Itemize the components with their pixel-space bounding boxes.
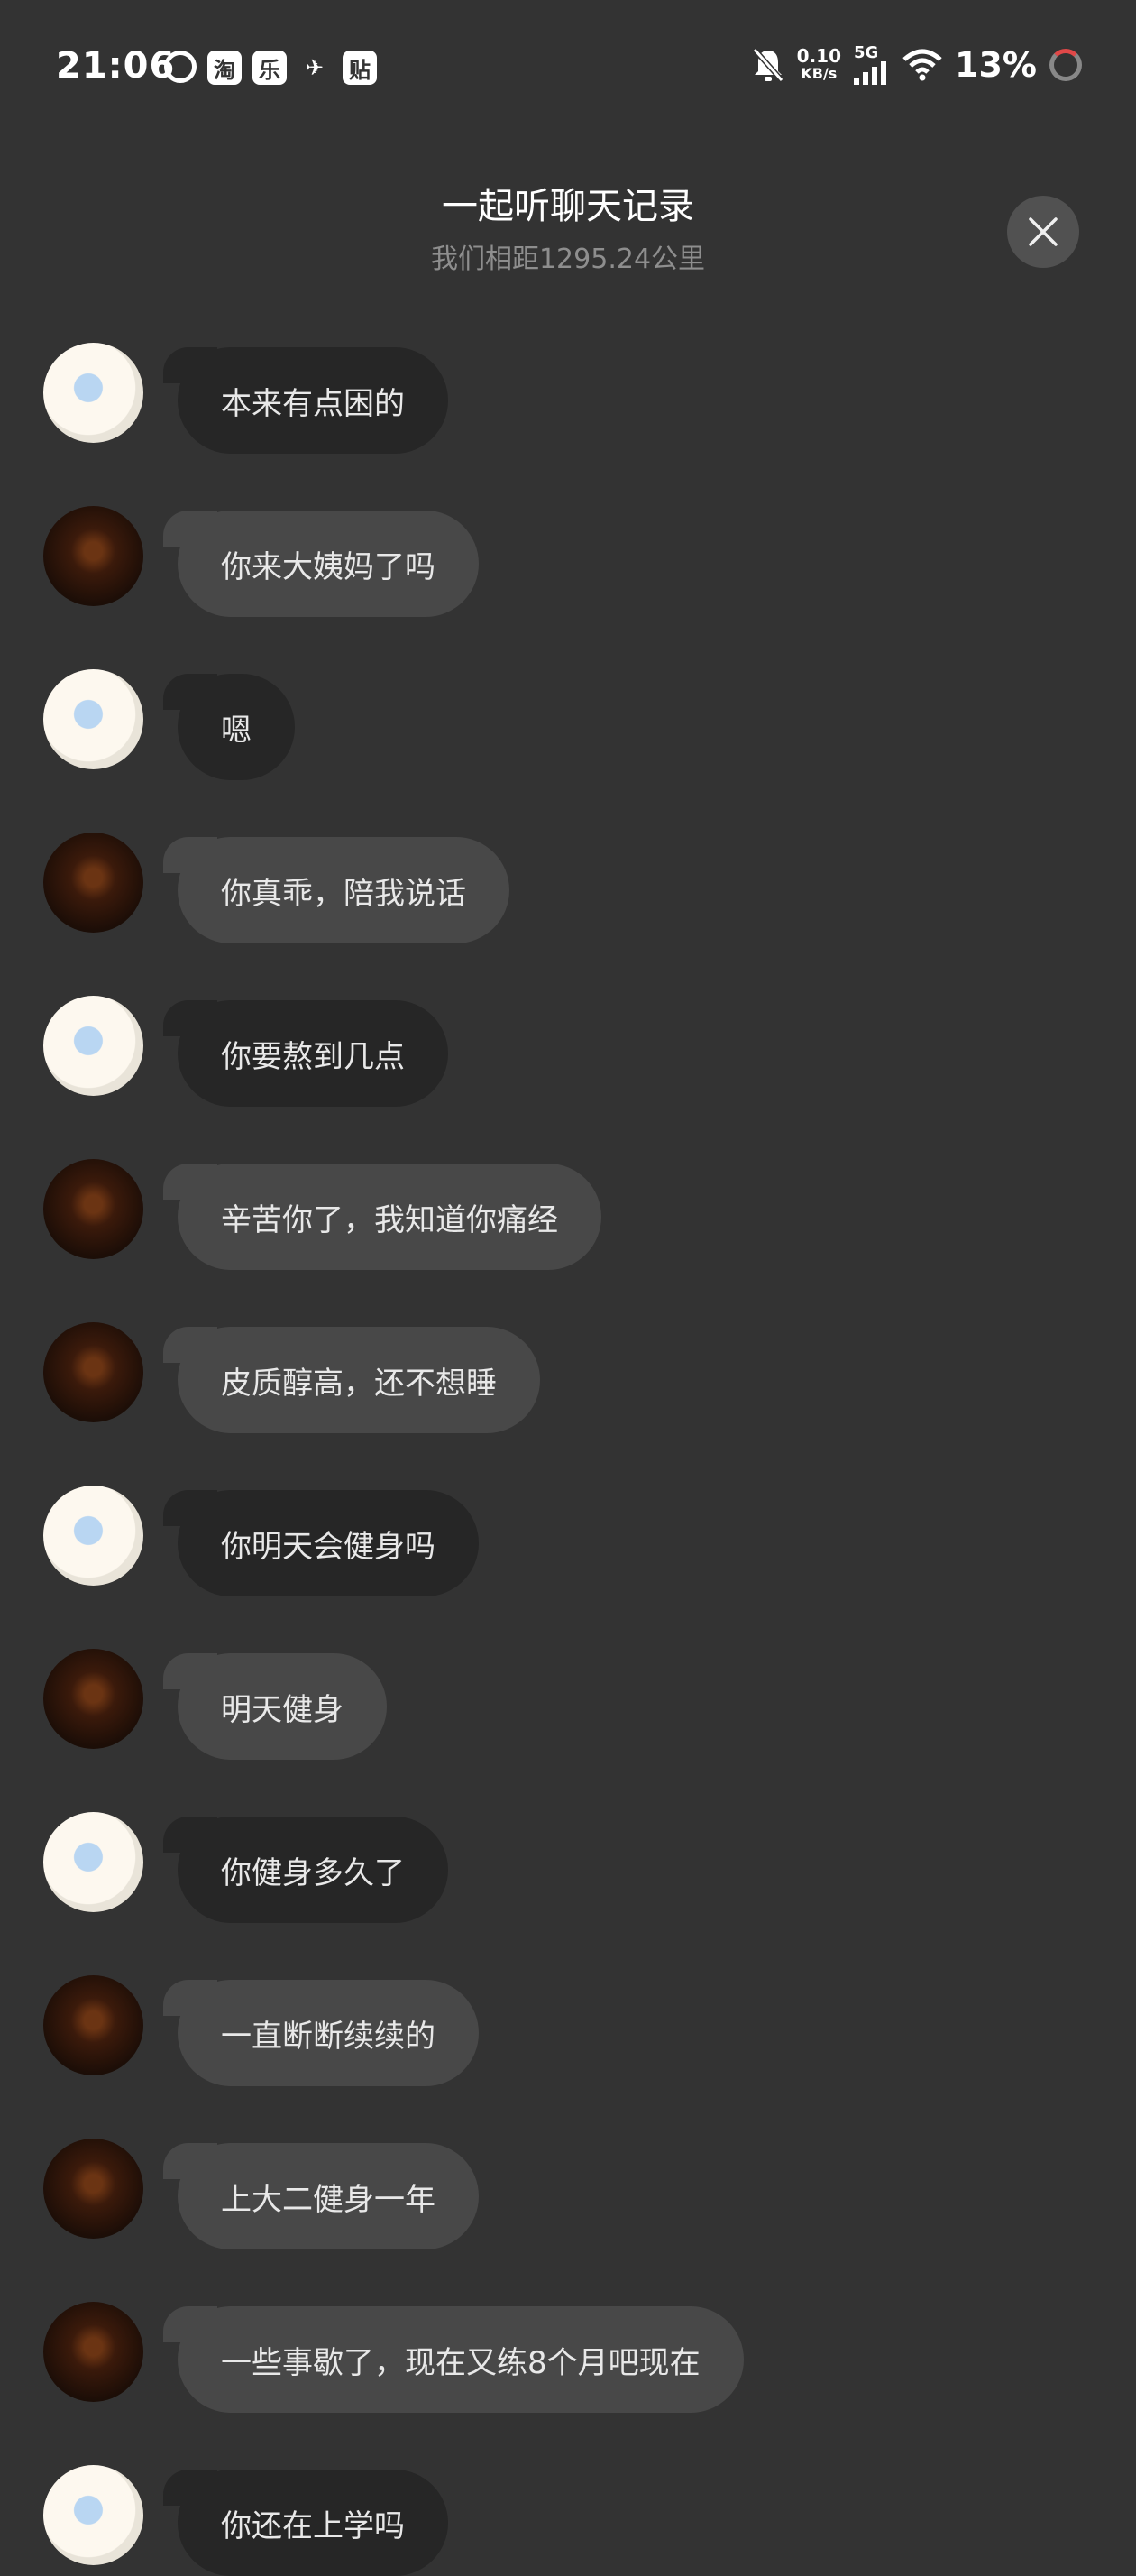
close-icon [1029,217,1058,246]
page-title: 一起听聊天记录 [442,186,694,227]
battery-ring-icon [1049,49,1082,81]
message-row: 你来大姨妈了吗 [43,506,479,617]
status-time: 21:06 [56,45,176,87]
avatar[interactable] [43,343,143,443]
net-speed: 0.10 KB/s [797,47,841,83]
net-speed-unit: KB/s [801,65,838,82]
notification-icons: 淘 乐 ✈ 贴 [164,51,377,85]
battery-percent: 13% [955,45,1037,85]
wifi-icon [902,49,942,81]
message-row: 皮质醇高，还不想睡 [43,1322,540,1433]
message-bubble: 你明天会健身吗 [163,1490,479,1596]
mute-bell-icon [752,48,783,82]
message-bubble: 你要熬到几点 [163,1000,448,1107]
avatar[interactable] [43,2465,143,2565]
message-bubble: 上大二健身一年 [163,2143,479,2249]
distance-subtitle: 我们相距1295.24公里 [430,244,706,275]
app-icon: 乐 [252,51,287,85]
message-bubble: 本来有点困的 [163,347,448,454]
message-bubble: 辛苦你了，我知道你痛经 [163,1164,601,1270]
message-row: 本来有点困的 [43,343,448,454]
message-bubble: 你真乖，陪我说话 [163,837,509,943]
avatar[interactable] [43,1486,143,1586]
tieba-icon: 贴 [343,51,377,85]
message-row: 你健身多久了 [43,1812,448,1923]
avatar[interactable] [43,1159,143,1259]
close-button[interactable] [1007,196,1079,268]
message-row: 你真乖，陪我说话 [43,833,509,943]
message-bubble: 一直断断续续的 [163,1980,479,2086]
network-type: 5G [854,43,879,62]
message-bubble: 你健身多久了 [163,1817,448,1923]
message-bubble: 一些事歇了，现在又练8个月吧现在 [163,2306,744,2413]
message-row: 你明天会健身吗 [43,1486,479,1596]
cellular-signal: 5G [854,45,890,85]
message-row: 嗯 [43,669,295,780]
avatar[interactable] [43,1812,143,1912]
avatar[interactable] [43,996,143,1096]
message-row: 明天健身 [43,1649,387,1760]
avatar[interactable] [43,669,143,769]
avatar[interactable] [43,1322,143,1422]
net-speed-value: 0.10 [796,45,842,67]
message-row: 辛苦你了，我知道你痛经 [43,1159,601,1270]
avatar[interactable] [43,833,143,933]
message-bubble: 皮质醇高，还不想睡 [163,1327,540,1433]
message-bubble: 明天健身 [163,1653,387,1760]
message-row: 一些事歇了，现在又练8个月吧现在 [43,2302,744,2413]
message-row: 你要熬到几点 [43,996,448,1107]
message-row: 你还在上学吗 [43,2465,448,2576]
status-bar: 21:06 淘 乐 ✈ 贴 0.10 KB/s 5G 13% [0,0,1136,135]
message-row: 一直断断续续的 [43,1975,479,2086]
avatar[interactable] [43,2139,143,2239]
message-row: 上大二健身一年 [43,2139,479,2249]
plane-icon: ✈ [305,55,325,80]
weibo-icon [164,51,197,83]
taobao-icon: 淘 [207,51,242,85]
message-bubble: 你来大姨妈了吗 [163,511,479,617]
message-bubble: 你还在上学吗 [163,2470,448,2576]
avatar[interactable] [43,2302,143,2402]
status-right-group: 0.10 KB/s 5G 13% [752,45,1082,85]
message-bubble: 嗯 [163,674,295,780]
avatar[interactable] [43,1649,143,1749]
signal-bars-icon [854,61,887,85]
avatar[interactable] [43,1975,143,2075]
avatar[interactable] [43,506,143,606]
